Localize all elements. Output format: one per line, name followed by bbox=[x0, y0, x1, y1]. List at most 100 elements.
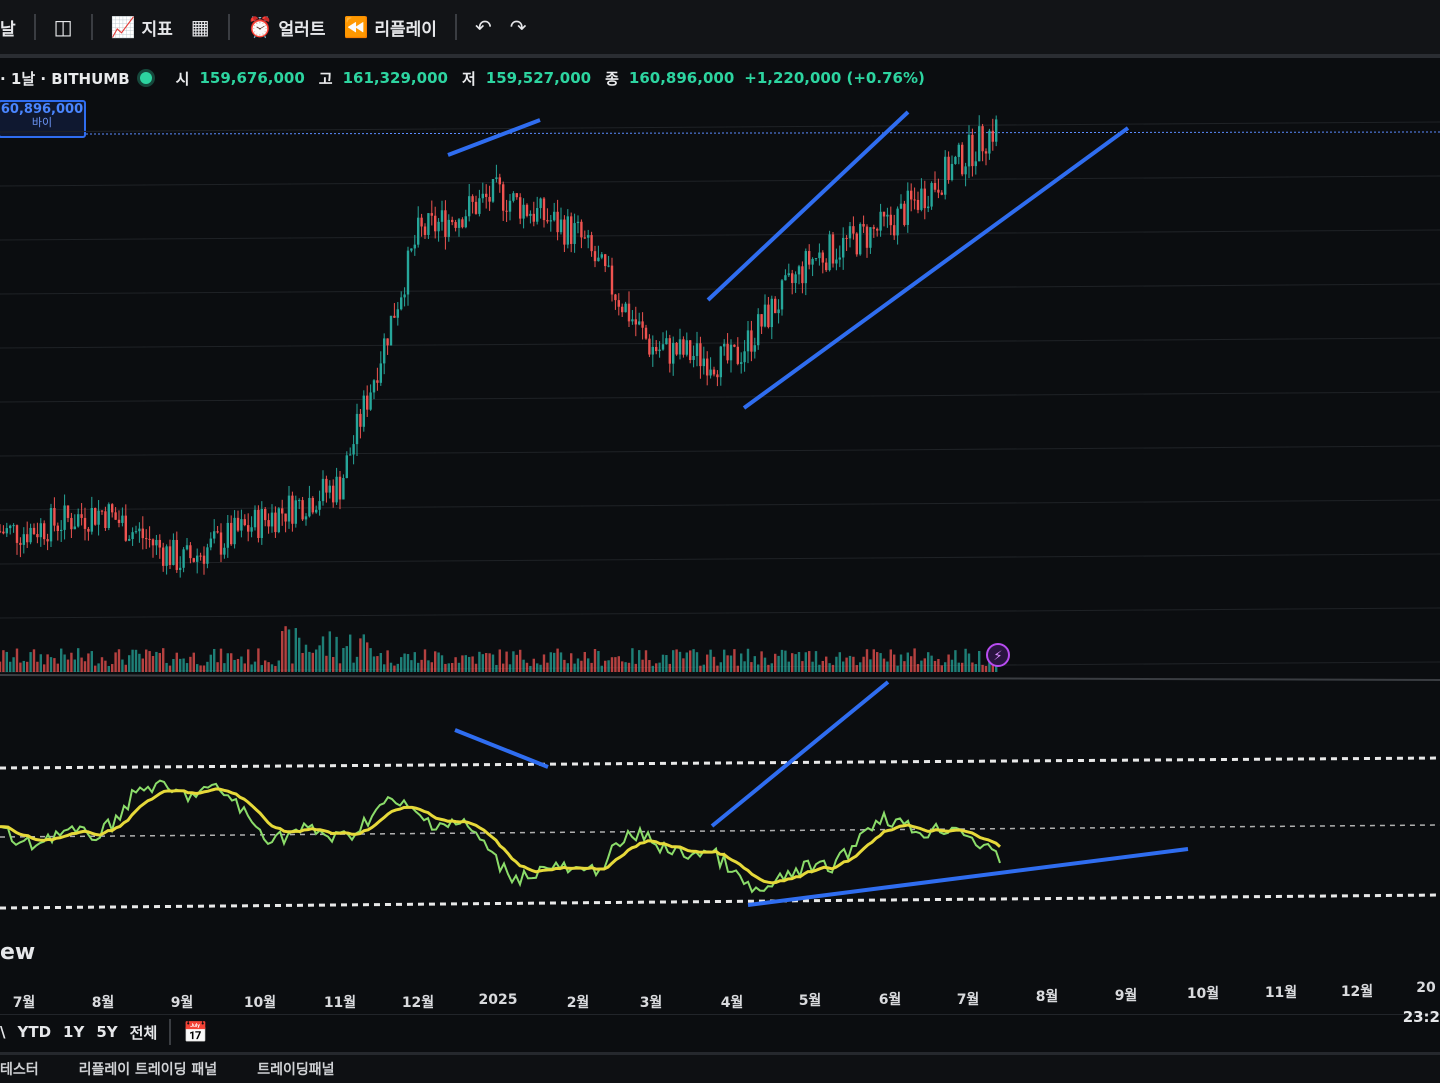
candle-body bbox=[417, 217, 420, 245]
candle-body bbox=[165, 546, 168, 566]
volume-bar bbox=[624, 662, 627, 672]
candle-body bbox=[651, 346, 654, 355]
candle-body bbox=[369, 392, 372, 410]
tab-trading-panel[interactable]: 트레이딩패널 bbox=[257, 1059, 334, 1079]
volume-bar bbox=[260, 665, 263, 672]
candle-body bbox=[774, 298, 777, 314]
candle-body bbox=[287, 495, 291, 522]
candle-body bbox=[478, 198, 481, 214]
volume-bar bbox=[66, 659, 70, 672]
volume-bar bbox=[294, 628, 297, 672]
volume-bar bbox=[270, 664, 274, 672]
candle-body bbox=[56, 525, 59, 531]
toolbar-partial-item[interactable]: 날 bbox=[0, 15, 16, 40]
candle-body bbox=[352, 444, 355, 455]
goto-date-icon[interactable]: 📅 bbox=[183, 1020, 208, 1044]
indicators-button[interactable]: 📈 지표 bbox=[111, 15, 173, 40]
candle-body bbox=[393, 315, 396, 318]
candle-body bbox=[423, 226, 427, 235]
tab-replay-trading-panel[interactable]: 리플레이 트레이딩 패널 bbox=[79, 1059, 218, 1079]
volume-bar bbox=[855, 665, 858, 672]
candle-body bbox=[464, 216, 467, 228]
candle-body bbox=[624, 303, 627, 313]
volume-bar bbox=[767, 664, 770, 672]
volume-bar bbox=[138, 653, 141, 672]
volume-bar bbox=[206, 661, 209, 672]
volume-bar bbox=[213, 648, 216, 672]
time-axis-label: 20 bbox=[1416, 980, 1436, 996]
volume-bar bbox=[573, 663, 576, 672]
candle-body bbox=[916, 199, 920, 210]
range-ytd-button[interactable]: YTD bbox=[17, 1023, 51, 1041]
volume-bar bbox=[53, 658, 56, 672]
volume-bar bbox=[420, 659, 423, 672]
volume-bar bbox=[226, 653, 229, 672]
price-chart[interactable]: ⚡ bbox=[0, 92, 1440, 976]
volume-bar bbox=[379, 652, 382, 672]
volume-bar bbox=[22, 660, 25, 672]
candle-body bbox=[155, 539, 158, 546]
high-key: 고 bbox=[318, 69, 333, 88]
candle-body bbox=[910, 190, 913, 200]
range-1y-button[interactable]: 1Y bbox=[63, 1023, 84, 1041]
time-axis[interactable]: 7월 8월 9월 10월 11월 12월 2025 2월 3월 4월 5월 6월 7월 8월 9월 10월 11… bbox=[0, 980, 1440, 1011]
replay-button[interactable]: ⏪ 리플레이 bbox=[343, 15, 436, 40]
tab-strategy-tester[interactable]: 테스터 bbox=[0, 1059, 39, 1079]
candle-body bbox=[709, 369, 712, 376]
volume-bar bbox=[515, 654, 518, 672]
volume-bar bbox=[954, 650, 957, 672]
candle-body bbox=[763, 304, 767, 327]
clock: 23:2 bbox=[1402, 1008, 1440, 1026]
candle-body bbox=[444, 210, 447, 237]
layout-grid-icon[interactable]: ▦ bbox=[191, 15, 210, 39]
volume-bar bbox=[389, 662, 393, 672]
volume-bar bbox=[757, 664, 760, 672]
symbol-title[interactable]: · 1날 · BITHUMB bbox=[0, 68, 130, 89]
grid-line bbox=[0, 499, 1440, 511]
volume-bar bbox=[845, 657, 848, 672]
grid-line bbox=[0, 337, 1440, 349]
candle-body bbox=[192, 558, 195, 562]
grid-line bbox=[0, 607, 1440, 619]
volume-bar bbox=[277, 660, 280, 672]
candle-type-icon[interactable]: ◫ bbox=[54, 15, 73, 39]
candle-body bbox=[284, 513, 287, 522]
market-status-icon bbox=[139, 72, 152, 84]
candle-body bbox=[46, 539, 49, 542]
volume-bar bbox=[134, 649, 138, 672]
candle-body bbox=[97, 510, 100, 525]
candle-body bbox=[882, 211, 886, 217]
candle-body bbox=[379, 363, 382, 383]
range-all-button[interactable]: 전체 bbox=[130, 1022, 158, 1043]
volume-bar bbox=[733, 649, 736, 672]
volume-bar bbox=[882, 658, 886, 672]
volume-bar bbox=[202, 665, 206, 672]
candle-body bbox=[495, 177, 498, 180]
volume-bar bbox=[175, 652, 178, 672]
grid-line bbox=[0, 553, 1440, 565]
volume-bar bbox=[328, 631, 331, 672]
candle-body bbox=[158, 539, 161, 548]
candle-body bbox=[954, 156, 957, 164]
undo-icon[interactable]: ↶ bbox=[475, 15, 492, 39]
volume-bar bbox=[308, 651, 311, 672]
oscillator-levels bbox=[0, 756, 1440, 910]
candle-body bbox=[349, 454, 352, 456]
candle-body bbox=[944, 156, 947, 195]
range-5y-button[interactable]: 5Y bbox=[96, 1023, 117, 1041]
top-toolbar: 날 ◫ 📈 지표 ▦ ⏰ 얼러트 ⏪ 리플레이 ↶ ↷ bbox=[0, 0, 1440, 58]
candle-body bbox=[675, 342, 678, 355]
volume-bar bbox=[750, 662, 753, 672]
volume-bar bbox=[920, 660, 923, 672]
candle-body bbox=[821, 252, 824, 263]
redo-icon[interactable]: ↷ bbox=[510, 15, 527, 39]
volume-bar bbox=[124, 664, 127, 672]
volume-bar bbox=[848, 655, 852, 672]
time-axis-label: 12월 bbox=[401, 995, 435, 1011]
candle-body bbox=[94, 507, 97, 525]
candle-body bbox=[848, 226, 852, 239]
volume-bar bbox=[610, 657, 614, 672]
candle-body bbox=[182, 549, 185, 568]
alert-button[interactable]: ⏰ 얼러트 bbox=[248, 15, 326, 40]
volume-bar bbox=[478, 651, 481, 672]
